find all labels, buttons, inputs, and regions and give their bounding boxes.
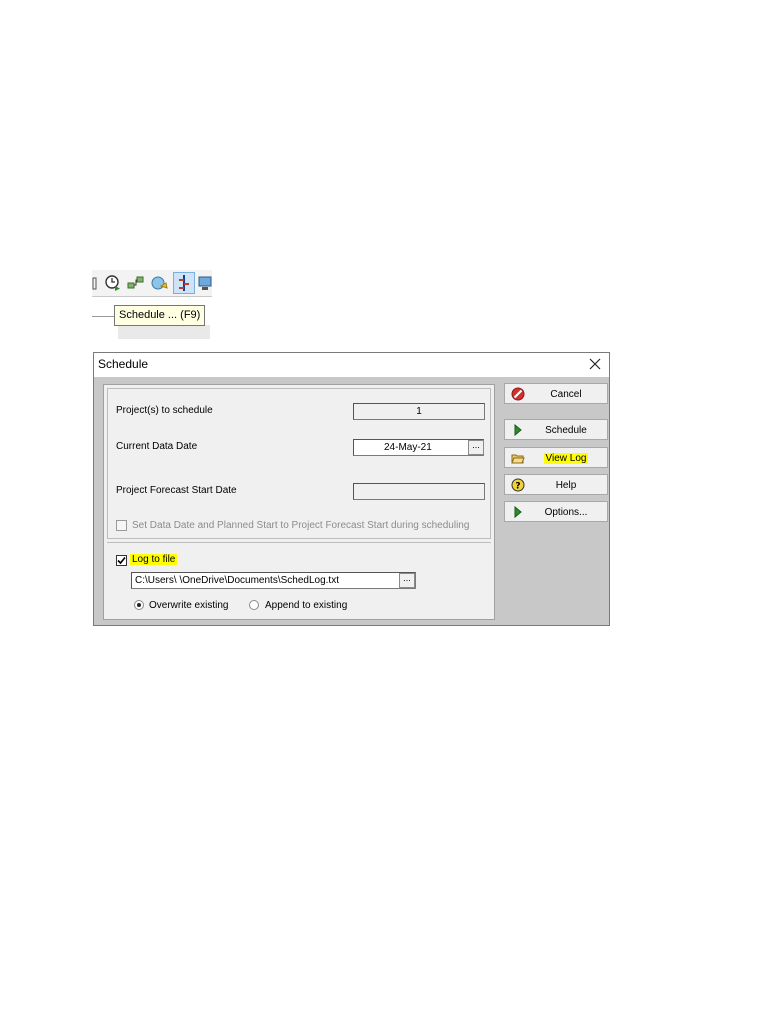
tooltip-shadow [118, 325, 210, 339]
forecast-start-date-field [353, 483, 485, 500]
set-data-date-label: Set Data Date and Planned Start to Proje… [132, 520, 470, 531]
globe-refresh-icon[interactable] [150, 274, 168, 292]
cancel-icon [511, 387, 525, 401]
overwrite-existing-label: Overwrite existing [149, 600, 229, 611]
cancel-button-label: Cancel [550, 389, 582, 400]
dialog-title: Schedule [98, 357, 149, 371]
overwrite-existing-radio[interactable] [134, 600, 144, 610]
open-folder-icon [511, 454, 525, 464]
cancel-button[interactable]: Cancel [504, 383, 608, 404]
append-to-existing-label: Append to existing [265, 600, 348, 611]
level-resources-icon[interactable] [173, 272, 195, 294]
log-to-file-checkbox[interactable] [116, 555, 127, 566]
schedule-tooltip: Schedule ... (F9) [114, 305, 206, 326]
current-data-date-field[interactable]: 24-May-21 [353, 439, 484, 456]
play-arrow-icon [514, 505, 522, 519]
dialog-client: Project(s) to schedule 1 Current Data Da… [94, 377, 609, 625]
forecast-start-date-label: Project Forecast Start Date [116, 485, 237, 496]
log-path-browse-button[interactable]: ... [399, 573, 415, 588]
options-button[interactable]: Options... [504, 501, 608, 522]
settings-panel: Project(s) to schedule 1 Current Data Da… [103, 384, 495, 620]
log-path-field[interactable]: C:\Users\ \OneDrive\Documents\SchedLog.t… [131, 572, 416, 589]
set-data-date-checkbox[interactable] [116, 520, 127, 531]
log-to-file-label: Log to file [130, 554, 178, 565]
network-icon[interactable] [127, 274, 145, 292]
checkmark-icon [117, 556, 126, 565]
schedule-settings-group: Project(s) to schedule 1 Current Data Da… [107, 388, 491, 539]
svg-text:?: ? [515, 482, 520, 492]
close-icon[interactable] [587, 356, 603, 372]
toolbar [92, 270, 212, 297]
append-to-existing-radio[interactable] [249, 600, 259, 610]
schedule-clock-icon[interactable] [104, 274, 122, 292]
schedule-button-label: Schedule [545, 425, 587, 436]
current-data-date-label: Current Data Date [116, 441, 198, 452]
help-button-label: Help [555, 480, 577, 491]
schedule-dialog: Schedule Project(s) to schedule 1 Curren… [93, 352, 610, 626]
schedule-button[interactable]: Schedule [504, 419, 608, 440]
options-button-label: Options... [544, 507, 588, 518]
play-arrow-icon [514, 423, 522, 437]
projects-to-schedule-field: 1 [353, 403, 485, 420]
help-icon: ? [511, 478, 525, 492]
toolbar-snippet: Schedule ... (F9) [92, 270, 212, 340]
data-date-browse-button[interactable]: ... [468, 440, 484, 455]
toolbar-overflow-icon[interactable] [92, 274, 98, 292]
help-button[interactable]: ? Help [504, 474, 608, 495]
log-settings-group: Log to file C:\Users\ \OneDrive\Document… [107, 542, 491, 614]
monitor-icon[interactable] [198, 274, 212, 292]
view-log-button-label: View Log [543, 453, 589, 464]
projects-to-schedule-label: Project(s) to schedule [116, 405, 213, 416]
view-log-button[interactable]: View Log [504, 447, 608, 468]
dialog-titlebar[interactable]: Schedule [94, 353, 609, 377]
